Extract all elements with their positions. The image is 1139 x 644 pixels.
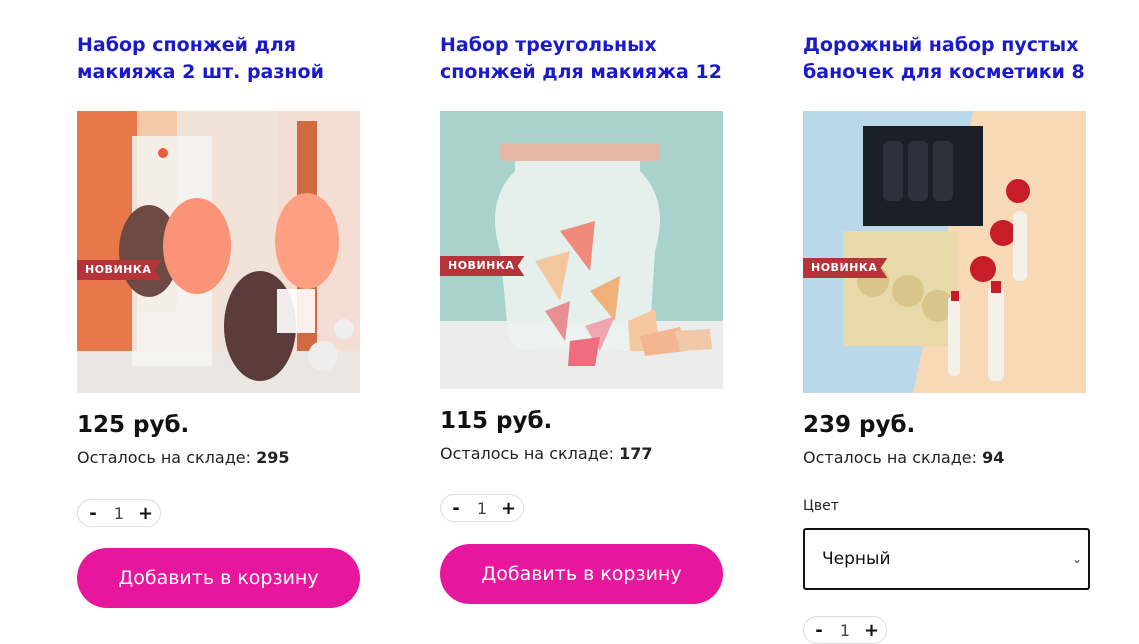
stock-info: Осталось на складе: 177 <box>440 444 652 463</box>
new-badge: НОВИНКА <box>440 256 525 276</box>
new-badge: НОВИНКА <box>77 260 162 280</box>
quantity-stepper: - 1 + <box>803 616 887 644</box>
qty-value[interactable]: 1 <box>840 621 850 640</box>
qty-plus-button[interactable]: + <box>501 498 516 519</box>
product-image[interactable]: НОВИНКА <box>77 111 360 393</box>
product-price: 115 руб. <box>440 408 553 434</box>
product-title[interactable]: Набор треугольных спонжей для макияжа 12 <box>440 32 740 86</box>
product-title[interactable]: Набор спонжей для макияжа 2 шт. разной <box>77 32 377 86</box>
product-image[interactable]: НОВИНКА <box>440 111 723 389</box>
stock-label: Осталось на складе: <box>440 444 614 463</box>
qty-minus-button[interactable]: - <box>812 620 826 641</box>
stock-label: Осталось на складе: <box>803 448 977 467</box>
qty-minus-button[interactable]: - <box>449 498 463 519</box>
color-label: Цвет <box>803 498 839 514</box>
product-title-line-1[interactable]: Набор спонжей для <box>77 32 377 59</box>
product-price: 239 руб. <box>803 412 916 438</box>
product-price: 125 руб. <box>77 412 190 438</box>
stock-value: 295 <box>256 448 290 467</box>
product-title-line-2[interactable]: баночек для косметики 8 <box>803 59 1103 86</box>
qty-plus-button[interactable]: + <box>138 503 153 524</box>
product-title-line-1[interactable]: Дорожный набор пустых <box>803 32 1103 59</box>
qty-value[interactable]: 1 <box>114 504 124 523</box>
product-title[interactable]: Дорожный набор пустых баночек для космет… <box>803 32 1103 86</box>
qty-plus-button[interactable]: + <box>864 620 879 641</box>
quantity-stepper: - 1 + <box>77 499 161 527</box>
product-title-line-2[interactable]: спонжей для макияжа 12 <box>440 59 740 86</box>
stock-value: 177 <box>619 444 653 463</box>
qty-minus-button[interactable]: - <box>86 503 100 524</box>
add-to-cart-button[interactable]: Добавить в корзину <box>440 544 723 604</box>
stock-value: 94 <box>982 448 1005 467</box>
new-badge: НОВИНКА <box>803 258 888 278</box>
chevron-down-icon[interactable]: ⌄ <box>1072 530 1082 588</box>
quantity-stepper: - 1 + <box>440 494 524 522</box>
color-select[interactable]: Черный ⌄ <box>803 528 1090 590</box>
stock-info: Осталось на складе: 295 <box>77 448 289 467</box>
product-title-line-1[interactable]: Набор треугольных <box>440 32 740 59</box>
product-image[interactable]: НОВИНКА <box>803 111 1086 393</box>
color-select-value[interactable]: Черный <box>822 549 891 569</box>
stock-info: Осталось на складе: 94 <box>803 448 1004 467</box>
stock-label: Осталось на складе: <box>77 448 251 467</box>
qty-value[interactable]: 1 <box>477 499 487 518</box>
product-title-line-2[interactable]: макияжа 2 шт. разной <box>77 59 377 86</box>
add-to-cart-button[interactable]: Добавить в корзину <box>77 548 360 608</box>
